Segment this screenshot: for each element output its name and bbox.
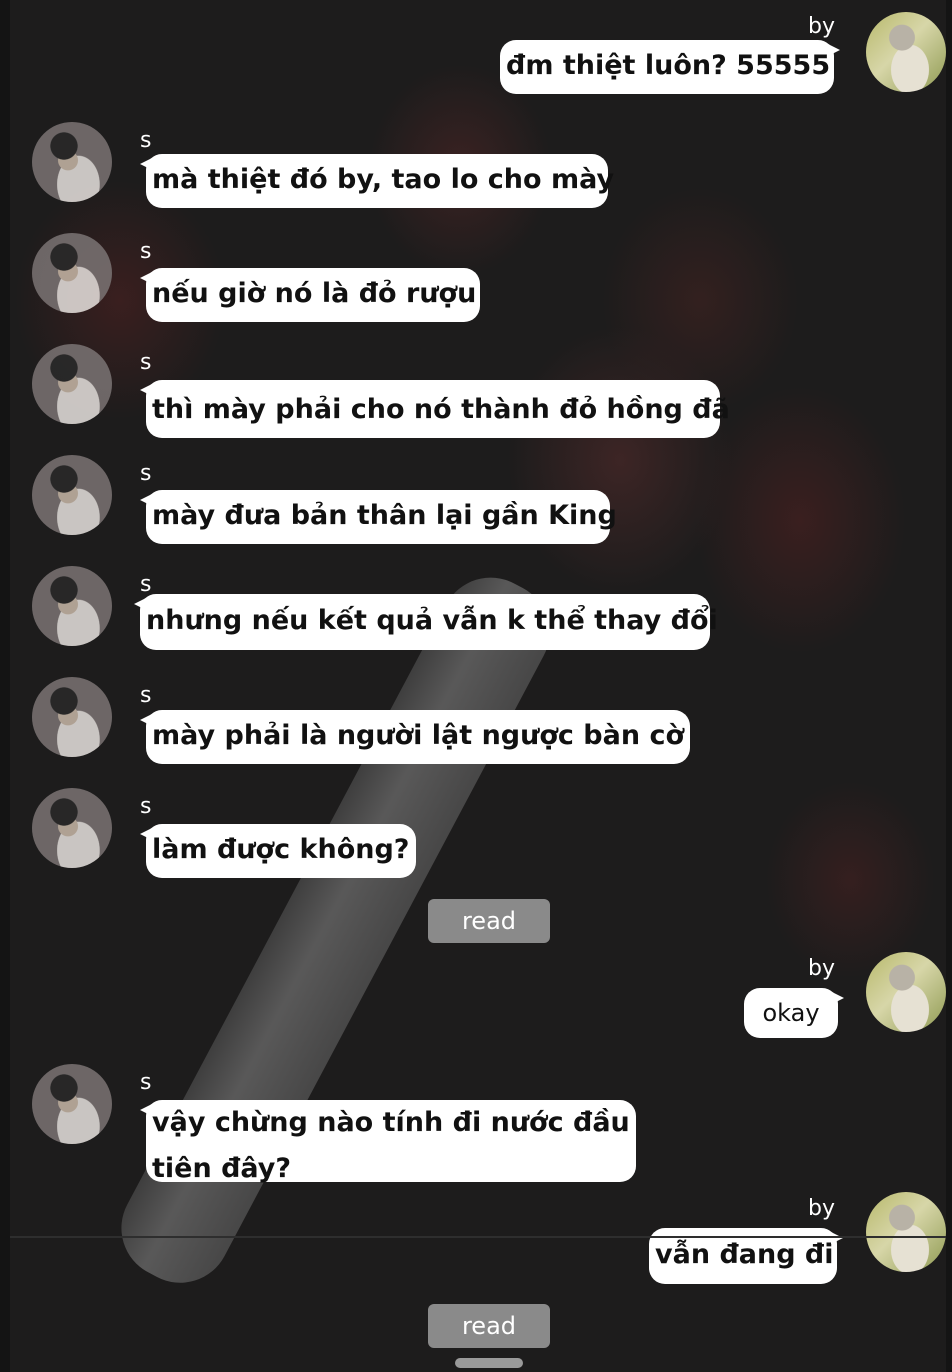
avatar-by-icon[interactable] xyxy=(866,952,946,1032)
message-bubble-left[interactable]: vậy chừng nào tính đi nước đầu tiên đây? xyxy=(140,1100,636,1184)
message-bubble-left[interactable]: mày phải là người lật ngược bàn cờ xyxy=(140,710,690,764)
sender-name-by: by xyxy=(808,956,835,981)
sender-name-s: s xyxy=(140,239,152,264)
sender-name-s: s xyxy=(140,683,152,708)
avatar-s-icon[interactable] xyxy=(32,566,112,646)
sender-name-s: s xyxy=(140,128,152,153)
message-bubble-right[interactable]: okay xyxy=(744,988,844,1038)
avatar-s-icon[interactable] xyxy=(32,122,112,202)
avatar-s-icon[interactable] xyxy=(32,788,112,868)
scroll-handle[interactable] xyxy=(455,1358,523,1368)
avatar-s-icon[interactable] xyxy=(32,344,112,424)
left-frame xyxy=(0,0,10,1372)
right-frame xyxy=(946,0,952,1372)
sender-name-by: by xyxy=(808,1196,835,1221)
avatar-s-icon[interactable] xyxy=(32,233,112,313)
avatar-by-icon[interactable] xyxy=(866,12,946,92)
sender-name-s: s xyxy=(140,794,152,819)
avatar-s-icon[interactable] xyxy=(32,1064,112,1144)
message-bubble-right[interactable]: đm thiệt luôn? 55555 xyxy=(500,40,840,94)
sender-name-s: s xyxy=(140,350,152,375)
sender-name-by: by xyxy=(808,14,835,39)
message-bubble-left[interactable]: nhưng nếu kết quả vẫn k thể thay đổi xyxy=(134,594,718,650)
sender-name-s: s xyxy=(140,1070,152,1095)
read-receipt: read xyxy=(428,899,550,943)
avatar-s-icon[interactable] xyxy=(32,677,112,757)
message-bubble-left[interactable]: mà thiệt đó by, tao lo cho mày xyxy=(140,154,614,208)
read-receipt: read xyxy=(428,1304,550,1348)
avatar-by-icon[interactable] xyxy=(866,1192,946,1272)
message-bubble-left[interactable]: làm được không? xyxy=(140,824,416,878)
avatar-s-icon[interactable] xyxy=(32,455,112,535)
section-divider xyxy=(10,1236,946,1238)
sender-name-s: s xyxy=(140,461,152,486)
message-bubble-left[interactable]: thì mày phải cho nó thành đỏ hồng đã xyxy=(140,380,730,438)
message-bubble-left[interactable]: mày đưa bản thân lại gần King xyxy=(140,490,617,544)
sender-name-s: s xyxy=(140,572,152,597)
message-bubble-left[interactable]: nếu giờ nó là đỏ rượu xyxy=(140,268,480,322)
